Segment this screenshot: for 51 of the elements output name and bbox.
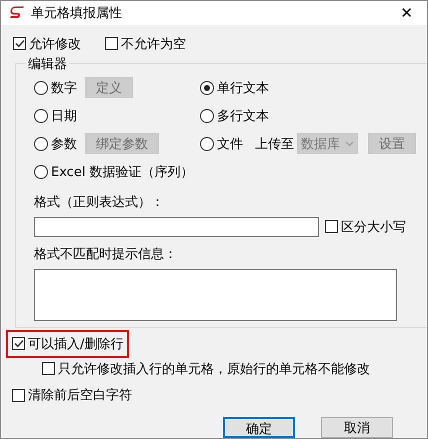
option-checkbox[interactable]: 不允许为空: [105, 34, 186, 52]
option-checkbox[interactable]: 允许修改: [13, 34, 81, 52]
radio-label: 数字: [51, 80, 77, 96]
window-title: 单元格填报属性: [31, 4, 123, 22]
close-button[interactable]: ✕: [394, 4, 419, 22]
radio-button[interactable]: [200, 80, 214, 94]
radio-label: Excel 数据验证（序列）: [51, 164, 194, 180]
field-label: 格式（正则表达式）：: [34, 194, 164, 210]
checkbox[interactable]: [42, 362, 55, 375]
radio-label: 单行文本: [217, 80, 269, 96]
checkbox[interactable]: [105, 37, 118, 50]
radio-button[interactable]: [34, 136, 48, 150]
option-checkbox[interactable]: 清除前后空白字符: [12, 386, 132, 404]
checkbox[interactable]: [12, 337, 25, 350]
option-checkbox[interactable]: 可以插入/删除行: [12, 334, 124, 352]
field-label: 格式不匹配时提示信息：: [34, 246, 177, 262]
radio-button[interactable]: [200, 108, 214, 122]
regex-input-field[interactable]: [34, 216, 319, 236]
radio-button[interactable]: [200, 136, 214, 150]
dialog-button[interactable]: 确定: [223, 417, 295, 438]
radio-button[interactable]: [34, 108, 48, 122]
radio-option[interactable]: 单行文本: [200, 76, 269, 98]
radio-option[interactable]: 多行文本: [200, 104, 269, 126]
checkmark-icon: [14, 339, 24, 348]
chevron-down-icon: [345, 140, 354, 146]
upload-label: 上传至: [255, 136, 294, 152]
checkbox-label: 清除前后空白字符: [28, 387, 132, 404]
checkbox[interactable]: [325, 220, 338, 233]
radio-label: 参数: [51, 136, 77, 152]
radio-label: 多行文本: [217, 108, 269, 124]
checkbox[interactable]: [12, 388, 25, 402]
app-logo-icon: [9, 6, 25, 20]
radio-button[interactable]: [34, 80, 48, 94]
checkbox-label: 允许修改: [29, 36, 81, 52]
radio-option[interactable]: 文件: [200, 132, 243, 154]
radio-label: 日期: [51, 108, 77, 124]
group-title: 编辑器: [27, 56, 68, 72]
radio-label: 文件: [217, 136, 243, 152]
checkbox-label: 不允许为空: [121, 36, 186, 52]
radio-option[interactable]: Excel 数据验证（序列）: [34, 160, 194, 182]
radio-option[interactable]: 日期: [34, 104, 77, 126]
checkmark-icon: [14, 39, 24, 48]
radio-option[interactable]: 数字: [34, 76, 77, 98]
radio-button[interactable]: [34, 164, 48, 178]
checkbox[interactable]: [13, 37, 26, 50]
message-text-area[interactable]: [34, 268, 397, 320]
radio-option[interactable]: 参数: [34, 132, 77, 154]
checkbox-label: 区分大小写: [341, 218, 406, 236]
checkbox-label: 可以插入/删除行: [28, 336, 124, 352]
case-checkbox[interactable]: 区分大小写: [325, 218, 406, 236]
dialog-button[interactable]: 取消: [321, 417, 393, 438]
